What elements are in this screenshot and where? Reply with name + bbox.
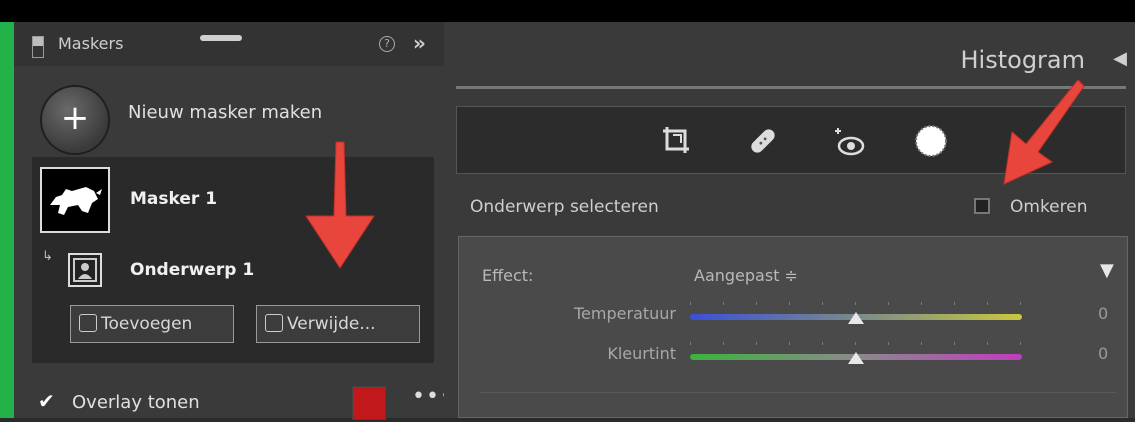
tint-ticks (690, 342, 1022, 345)
cropped-next-slider (574, 410, 1134, 422)
effect-collapse-icon[interactable]: ▼ (1100, 260, 1114, 281)
redeye-icon[interactable] (829, 121, 869, 161)
select-subject-label[interactable]: Onderwerp selecteren (470, 197, 659, 217)
temperature-label: Temperatuur (574, 304, 676, 323)
histogram-title[interactable]: Histogram (961, 46, 1086, 74)
new-mask-button[interactable]: + (42, 87, 108, 153)
left-edge-strip (0, 22, 14, 418)
overlay-checkbox[interactable]: ✔ (38, 391, 56, 411)
top-bar (0, 0, 1135, 22)
mask-name[interactable]: Masker 1 (130, 189, 217, 209)
temperature-ticks (690, 302, 1022, 305)
tint-value[interactable]: 0 (1098, 344, 1108, 363)
delete-button-label: Verwijde... (287, 314, 376, 334)
overlay-color-swatch[interactable] (352, 386, 386, 420)
delete-button[interactable]: Verwijde... (256, 305, 420, 343)
submask-name[interactable]: Onderwerp 1 (130, 260, 254, 280)
temperature-value[interactable]: 0 (1098, 304, 1108, 323)
effect-label: Effect: (482, 266, 534, 285)
healing-icon[interactable] (743, 121, 783, 161)
panel-grip-handle[interactable] (200, 35, 242, 41)
new-mask-label[interactable]: Nieuw masker maken (128, 102, 322, 123)
remove-submask-icon (265, 314, 283, 332)
plus-icon: + (60, 98, 90, 138)
masks-panel-title: Maskers (58, 34, 124, 53)
annotation-arrow-down (305, 141, 375, 269)
annotation-arrow-diagonal (1003, 79, 1085, 185)
section-divider (480, 392, 1116, 393)
tint-slider-thumb[interactable] (848, 352, 864, 364)
submask-arrow-icon: ↳ (42, 249, 53, 264)
invert-label[interactable]: Omkeren (1010, 197, 1088, 217)
submask-thumbnail[interactable] (68, 253, 102, 287)
temperature-slider-thumb[interactable] (848, 312, 864, 324)
overlay-label: Overlay tonen (72, 392, 200, 413)
collapse-arrow-icon[interactable]: ◀ (1113, 48, 1127, 69)
expand-icon[interactable]: » (413, 31, 426, 55)
tint-label: Kleurtint (607, 344, 676, 363)
effect-preset-select[interactable]: Aangepast ≑ (694, 266, 798, 285)
panel-toggle-icon[interactable] (32, 36, 44, 58)
add-button[interactable]: Toevoegen (70, 305, 234, 343)
mask-thumbnail[interactable] (40, 167, 110, 233)
effect-panel (458, 236, 1128, 418)
add-submask-icon (79, 314, 97, 332)
mask-icon[interactable] (911, 121, 951, 161)
add-button-label: Toevoegen (101, 314, 193, 334)
invert-checkbox[interactable] (974, 198, 990, 214)
help-icon[interactable]: ? (379, 36, 395, 52)
crop-icon[interactable] (657, 121, 697, 161)
masks-panel-header: Maskers ? » (14, 22, 444, 66)
